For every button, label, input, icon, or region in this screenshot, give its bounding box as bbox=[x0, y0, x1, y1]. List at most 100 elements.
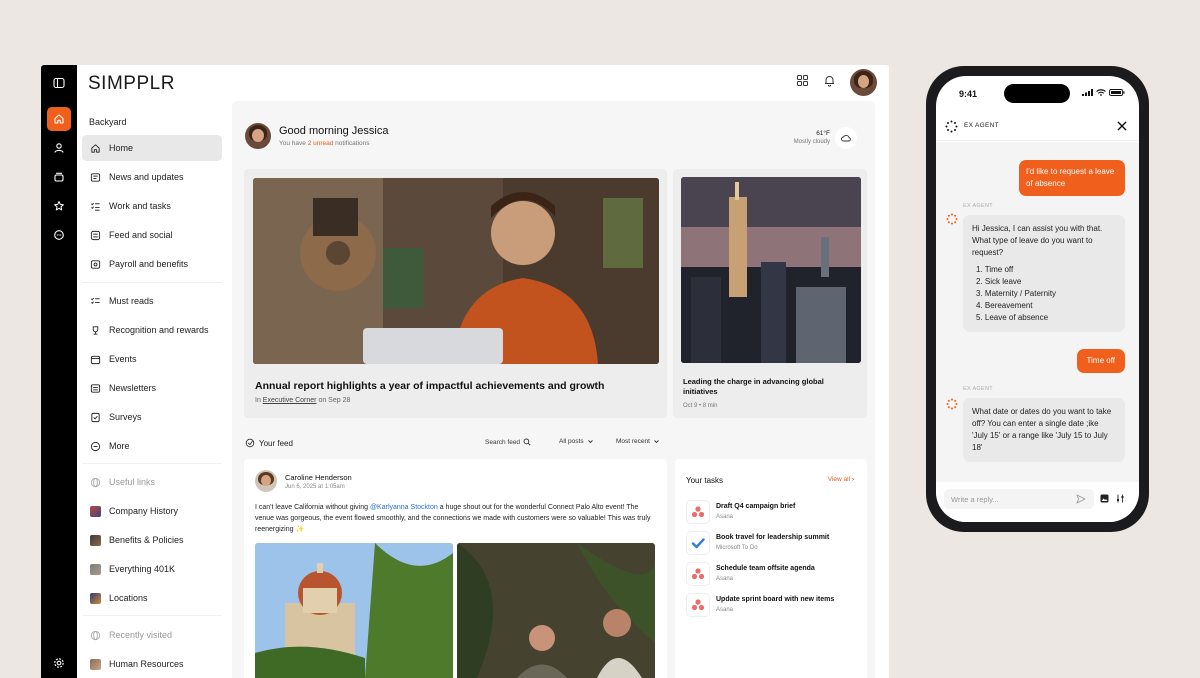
link-thumbnail bbox=[90, 505, 101, 517]
leave-option-label: Sick leave bbox=[984, 277, 1022, 286]
greeting-title: Good morning Jessica bbox=[279, 125, 389, 137]
sidebar-item-label: Must reads bbox=[109, 296, 154, 306]
notification-bell-icon[interactable] bbox=[823, 74, 836, 92]
more-icon bbox=[90, 441, 101, 451]
weather-temp: 61°F bbox=[816, 130, 830, 137]
tasks-view-all-link[interactable]: View all › bbox=[828, 476, 854, 483]
apps-grid-icon[interactable] bbox=[796, 74, 809, 92]
main-content: Good morning Jessica You have 2 unread n… bbox=[232, 101, 875, 678]
task-item[interactable]: Book travel for leadership summit Micros… bbox=[686, 531, 861, 557]
sidebar-recent-human-resources[interactable]: Human Resources bbox=[82, 651, 222, 677]
leave-option[interactable]: 1. Time off bbox=[976, 264, 1116, 276]
leave-option-label: Bereavement bbox=[984, 301, 1033, 310]
sidebar-link-401k[interactable]: Everything 401K bbox=[82, 556, 222, 582]
app-logo[interactable]: SIMPPLR bbox=[88, 73, 175, 95]
home-icon bbox=[91, 143, 100, 153]
survey-icon bbox=[91, 412, 100, 422]
task-item[interactable]: Draft Q4 campaign brief Asana bbox=[686, 500, 861, 526]
weather-desc: Mostly cloudy bbox=[793, 139, 830, 145]
user-message: I'd like to request a leave of absence bbox=[1019, 160, 1125, 196]
feed-header: Your feed bbox=[245, 438, 293, 448]
search-feed-button[interactable]: Search feed bbox=[485, 438, 531, 446]
sidebar-item-payroll[interactable]: Payroll and benefits bbox=[82, 251, 222, 277]
featured-story-title[interactable]: Annual report highlights a year of impac… bbox=[255, 380, 604, 392]
sidebar-item-must-reads[interactable]: Must reads bbox=[82, 288, 222, 314]
sidebar-link-locations[interactable]: Locations bbox=[82, 585, 222, 611]
leave-options-list: 1. Time off 2. Sick leave 3. Maternity /… bbox=[972, 264, 1116, 324]
asana-icon bbox=[686, 562, 710, 586]
side-story-image bbox=[681, 177, 861, 363]
leave-option[interactable]: 3. Maternity / Paternity bbox=[976, 288, 1116, 300]
sidebar-item-newsletters[interactable]: Newsletters bbox=[82, 375, 222, 401]
icon-rail bbox=[41, 65, 77, 678]
unread-count[interactable]: 2 unread bbox=[308, 140, 334, 147]
sidebar-link-benefits[interactable]: Benefits & Policies bbox=[82, 527, 222, 553]
useful-links-label: Useful links bbox=[109, 477, 156, 487]
useful-links-header: Useful links bbox=[82, 469, 222, 495]
feed-icon bbox=[90, 230, 101, 240]
image-attach-icon[interactable] bbox=[1100, 494, 1109, 503]
leave-option[interactable]: 5. Leave of absence bbox=[976, 312, 1116, 324]
agent-logo-icon bbox=[945, 120, 958, 133]
task-source: Asana bbox=[716, 514, 734, 520]
agent-message: What date or dates do you want to take o… bbox=[963, 398, 1125, 462]
sidebar-item-work[interactable]: Work and tasks bbox=[82, 193, 222, 219]
agent-message: Hi Jessica, I can assist you with that. … bbox=[963, 215, 1125, 332]
checklist-icon bbox=[91, 297, 100, 304]
sidebar-item-events[interactable]: Events bbox=[82, 346, 222, 372]
rail-chat-icon[interactable] bbox=[47, 223, 71, 247]
recently-visited-label: Recently visited bbox=[109, 630, 173, 640]
sidebar-item-label: Events bbox=[109, 354, 137, 364]
post-image-people[interactable] bbox=[457, 543, 655, 678]
sort-label: Most recent bbox=[616, 438, 650, 445]
meta-prefix: In bbox=[255, 397, 263, 404]
weather-cloud-icon[interactable] bbox=[835, 127, 857, 149]
sidebar-item-label: News and updates bbox=[109, 172, 184, 182]
close-icon[interactable] bbox=[1117, 121, 1127, 131]
task-item[interactable]: Update sprint board with new items Asana bbox=[686, 593, 861, 619]
rail-content-icon[interactable] bbox=[47, 165, 71, 189]
sidebar-item-news[interactable]: News and updates bbox=[82, 164, 222, 190]
agent-header: EX AGENT bbox=[936, 111, 1139, 141]
sidebar-item-label: Newsletters bbox=[109, 383, 157, 393]
payroll-icon bbox=[90, 259, 101, 269]
user-avatar[interactable] bbox=[850, 69, 877, 96]
rail-profile-icon[interactable] bbox=[47, 136, 71, 160]
search-icon bbox=[523, 438, 531, 446]
rail-settings-icon[interactable] bbox=[47, 651, 71, 675]
post-author-avatar[interactable] bbox=[255, 470, 277, 492]
sidebar-item-label: Payroll and benefits bbox=[109, 259, 189, 269]
sliders-icon[interactable] bbox=[1116, 494, 1125, 503]
task-source: Asana bbox=[716, 607, 734, 613]
sidebar-item-recognition[interactable]: Recognition and rewards bbox=[82, 317, 222, 343]
sort-dropdown[interactable]: Most recent bbox=[616, 438, 660, 445]
post-image-tower[interactable] bbox=[255, 543, 453, 678]
posts-filter-dropdown[interactable]: All posts bbox=[559, 438, 594, 445]
link-thumbnail bbox=[90, 592, 101, 604]
sidebar-link-company-history[interactable]: Company History bbox=[82, 498, 222, 524]
post-author-name[interactable]: Caroline Henderson bbox=[285, 473, 352, 482]
reply-input[interactable] bbox=[944, 489, 1094, 509]
agent-message-text: Hi Jessica, I can assist you with that. … bbox=[972, 224, 1103, 257]
post-mention-link[interactable]: @Karlyanna Stockton bbox=[370, 504, 438, 511]
sidebar-item-feed[interactable]: Feed and social bbox=[82, 222, 222, 248]
featured-story-meta: In Executive Corner on Sep 28 bbox=[255, 397, 350, 404]
rail-home-icon[interactable] bbox=[47, 107, 71, 131]
send-icon[interactable] bbox=[1076, 494, 1086, 504]
sidebar-item-label: More bbox=[109, 441, 130, 451]
task-item[interactable]: Schedule team offsite agenda Asana bbox=[686, 562, 861, 588]
leave-option[interactable]: 4. Bereavement bbox=[976, 300, 1116, 312]
rail-star-icon[interactable] bbox=[47, 194, 71, 218]
featured-story-card[interactable]: Annual report highlights a year of impac… bbox=[244, 169, 667, 418]
featured-story-site-link[interactable]: Executive Corner bbox=[263, 397, 317, 404]
featured-story-image bbox=[253, 178, 659, 364]
side-story-title[interactable]: Leading the charge in advancing global i… bbox=[683, 377, 843, 397]
leave-option[interactable]: 2. Sick leave bbox=[976, 276, 1116, 288]
desktop-window: SIMPPLR Backyard Home News and updates W… bbox=[41, 65, 889, 678]
sidebar-divider bbox=[82, 463, 222, 464]
sidebar-toggle-icon[interactable] bbox=[47, 71, 71, 95]
sidebar-item-home[interactable]: Home bbox=[82, 135, 222, 161]
sidebar-item-more[interactable]: More bbox=[82, 433, 222, 459]
side-story-card[interactable]: Leading the charge in advancing global i… bbox=[673, 169, 867, 418]
sidebar-item-surveys[interactable]: Surveys bbox=[82, 404, 222, 430]
